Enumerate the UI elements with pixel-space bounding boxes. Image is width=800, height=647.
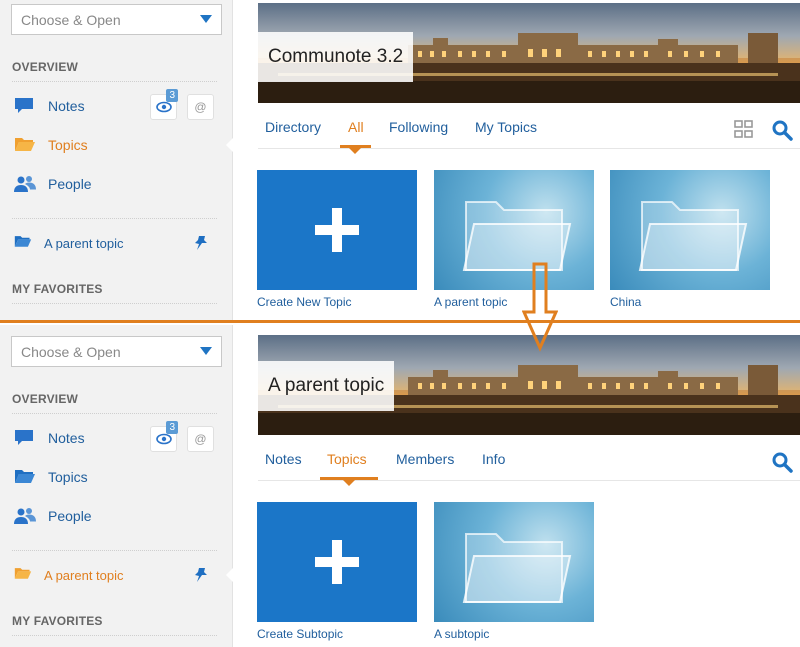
- mentions-button[interactable]: @: [187, 94, 214, 120]
- pin-icon[interactable]: [195, 568, 207, 587]
- sidebar-item-topics[interactable]: Topics: [14, 131, 219, 159]
- divider: [12, 81, 217, 82]
- tile-label[interactable]: Create New Topic: [257, 295, 352, 309]
- divider: [12, 413, 217, 414]
- overview-title: OVERVIEW: [12, 392, 79, 406]
- divider: [12, 303, 217, 304]
- tab-topics[interactable]: Topics: [327, 451, 367, 467]
- speech-bubble-icon: [14, 97, 36, 115]
- dropdown-placeholder: Choose & Open: [21, 11, 121, 28]
- tab-info[interactable]: Info: [482, 451, 505, 467]
- search-icon[interactable]: [771, 119, 793, 141]
- speech-bubble-icon: [14, 429, 36, 447]
- sidebar-item-people[interactable]: People: [14, 502, 219, 530]
- following-notes-button[interactable]: 3: [150, 89, 178, 120]
- mentions-button[interactable]: @: [187, 426, 214, 452]
- topic-tile-parent[interactable]: [434, 170, 594, 290]
- tab-directory[interactable]: Directory: [265, 119, 321, 135]
- tab-notes[interactable]: Notes: [265, 451, 302, 467]
- sidebar: Choose & Open OVERVIEW Notes 3 @ Topics: [0, 0, 235, 322]
- create-subtopic-tile[interactable]: [257, 502, 417, 622]
- at-sign-icon: @: [194, 432, 207, 446]
- favorites-title: MY FAVORITES: [12, 614, 103, 628]
- sidebar-item-label: A parent topic: [44, 567, 124, 583]
- following-notes-button[interactable]: 3: [150, 421, 178, 452]
- sidebar-item-label: Notes: [48, 98, 85, 114]
- plus-icon: [315, 208, 359, 252]
- divider: [12, 550, 217, 551]
- screenshot-separator: [0, 320, 800, 323]
- eye-icon: [155, 101, 172, 113]
- folder-icon: [462, 533, 572, 603]
- sidebar-item-label: Notes: [48, 430, 85, 446]
- tab-my-topics[interactable]: My Topics: [475, 119, 537, 135]
- topic-tabs: Directory All Following My Topics: [258, 109, 800, 154]
- chevron-down-icon[interactable]: [200, 347, 212, 355]
- sidebar-item-label: People: [48, 176, 92, 192]
- favorites-title: MY FAVORITES: [12, 282, 103, 296]
- divider: [12, 218, 217, 219]
- notes-count-badge: 3: [166, 421, 178, 434]
- folder-open-icon: [14, 566, 32, 584]
- topic-tabs: Notes Topics Members Info: [258, 441, 800, 486]
- notes-count-badge: 3: [166, 89, 178, 102]
- folder-icon: [638, 201, 748, 271]
- folder-open-icon: [14, 136, 36, 154]
- tab-following[interactable]: Following: [389, 119, 448, 135]
- tab-members[interactable]: Members: [396, 451, 454, 467]
- active-tab-caret: [343, 480, 355, 486]
- tile-label[interactable]: A subtopic: [434, 627, 489, 641]
- topic-tile-china[interactable]: [610, 170, 770, 290]
- overview-title: OVERVIEW: [12, 60, 79, 74]
- people-icon: [14, 175, 36, 193]
- down-arrow-icon: [522, 262, 558, 352]
- tile-label[interactable]: Create Subtopic: [257, 627, 343, 641]
- subtopic-tile[interactable]: [434, 502, 594, 622]
- folder-open-icon: [14, 234, 32, 252]
- sidebar-item-label: Topics: [48, 137, 88, 153]
- divider: [12, 635, 217, 636]
- sidebar-item-label: Topics: [48, 469, 88, 485]
- tile-label[interactable]: China: [610, 295, 641, 309]
- sidebar-item-parent-topic[interactable]: A parent topic: [14, 561, 219, 589]
- sidebar-item-label: People: [48, 508, 92, 524]
- sidebar-item-topics[interactable]: Topics: [14, 463, 219, 491]
- search-icon[interactable]: [771, 451, 793, 473]
- eye-icon: [155, 433, 172, 445]
- page-title: A parent topic: [258, 361, 395, 411]
- grid-view-icon[interactable]: [734, 119, 754, 139]
- chevron-down-icon[interactable]: [200, 15, 212, 23]
- create-new-topic-tile[interactable]: [257, 170, 417, 290]
- sidebar-item-label: A parent topic: [44, 235, 124, 251]
- parent-topic-panel: Choose & Open OVERVIEW Notes 3 @ Topics: [0, 325, 800, 647]
- dropdown-placeholder: Choose & Open: [21, 343, 121, 360]
- active-notch: [226, 566, 235, 584]
- choose-open-dropdown[interactable]: Choose & Open: [11, 4, 222, 35]
- active-tab-caret: [349, 148, 361, 154]
- sidebar-item-parent-topic[interactable]: A parent topic: [14, 229, 219, 257]
- choose-open-dropdown[interactable]: Choose & Open: [11, 336, 222, 367]
- page-title: Communote 3.2: [258, 32, 414, 82]
- at-sign-icon: @: [194, 100, 207, 114]
- people-icon: [14, 507, 36, 525]
- tab-all[interactable]: All: [348, 119, 364, 135]
- folder-open-icon: [14, 468, 36, 486]
- topic-overview-panel: Choose & Open OVERVIEW Notes 3 @ Topics: [0, 0, 800, 322]
- sidebar: Choose & Open OVERVIEW Notes 3 @ Topics: [0, 325, 235, 647]
- folder-icon: [462, 201, 572, 271]
- pin-icon[interactable]: [195, 236, 207, 255]
- plus-icon: [315, 540, 359, 584]
- tile-label[interactable]: A parent topic: [434, 295, 507, 309]
- sidebar-item-people[interactable]: People: [14, 170, 219, 198]
- topic-banner: Communote 3.2: [258, 3, 800, 103]
- active-notch: [226, 136, 235, 154]
